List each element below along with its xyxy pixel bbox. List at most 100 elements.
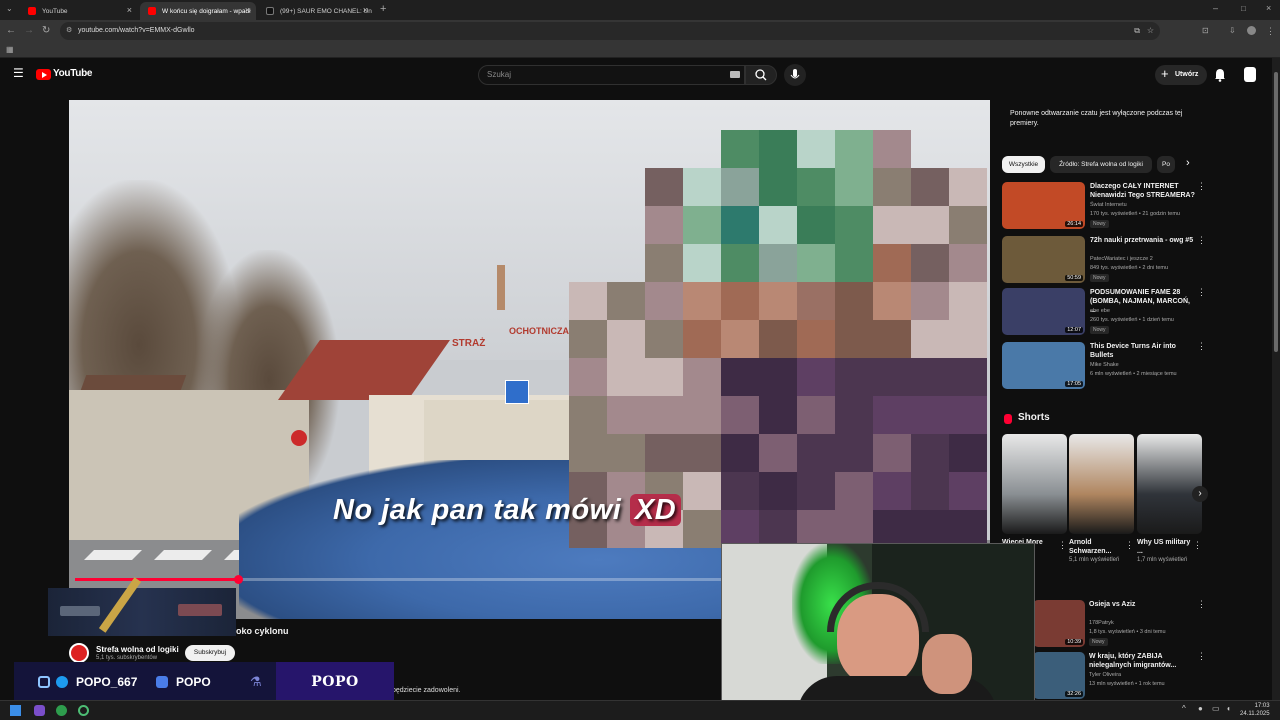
chip-all[interactable]: Wszystkie <box>1002 156 1045 173</box>
censor-mosaic-tile <box>911 168 949 206</box>
windows-start-icon[interactable] <box>10 705 21 716</box>
chip-source-channel[interactable]: Źródło: Strefa wolna od logiki <box>1050 156 1152 173</box>
scrollbar-thumb[interactable] <box>1274 72 1278 352</box>
hamburger-menu-icon[interactable]: ☰ <box>13 66 24 80</box>
recommendation-card[interactable]: 10:39 Osieja vs Aziz 178Patryk 1,8 tys. wyś… <box>1033 600 1206 652</box>
tab-tiktok[interactable]: (99+) SAUR EMO CHANEL: Un × <box>258 2 374 20</box>
voice-search-button[interactable] <box>784 64 806 86</box>
account-avatar[interactable] <box>1244 67 1256 82</box>
more-options-icon[interactable]: ⋮ <box>1197 652 1206 661</box>
tab-label: W końcu się doigrałam - wpadł <box>162 7 251 15</box>
volume-icon[interactable]: ◖ <box>1226 704 1231 713</box>
youtube-logo-text[interactable]: YouTube <box>53 68 93 79</box>
reload-icon[interactable]: ↻ <box>42 25 50 37</box>
subscribe-button[interactable]: Subskrybuj <box>185 645 235 661</box>
extensions-icon[interactable]: ⊡ <box>1202 25 1209 37</box>
close-icon[interactable]: × <box>245 5 250 15</box>
video-title[interactable]: Osieja vs Aziz <box>1089 600 1195 609</box>
maximize-icon[interactable]: □ <box>1241 3 1246 15</box>
chip-partial[interactable]: Po <box>1157 156 1175 173</box>
channel-name[interactable]: Strefa wolna od logiki <box>96 645 179 654</box>
chevron-right-icon[interactable]: › <box>1186 157 1190 169</box>
tray-chevron-icon[interactable]: ^ <box>1182 704 1186 713</box>
youtube-logo-icon[interactable] <box>36 69 51 80</box>
profile-avatar[interactable] <box>1247 26 1256 35</box>
short-thumbnail[interactable] <box>1069 434 1134 534</box>
recommendation-card[interactable]: 12:07 PODSUMOWANIE FAME 28 (BOMBA, NAJMAN… <box>1002 288 1206 340</box>
video-thumbnail[interactable]: 17:05 <box>1002 342 1085 389</box>
apps-grid-icon[interactable]: ▦ <box>6 44 14 56</box>
more-options-icon[interactable]: ⋮ <box>1193 540 1202 551</box>
chrome-icon[interactable] <box>56 705 67 716</box>
more-options-icon[interactable]: ⋮ <box>1197 288 1206 297</box>
recommendation-card[interactable]: 50:59 72h nauki przetrwania - owg #5 Patec… <box>1002 236 1206 288</box>
minimize-icon[interactable]: – <box>1213 2 1218 14</box>
video-thumbnail[interactable]: 50:59 <box>1002 236 1085 283</box>
taskbar-app-icon[interactable] <box>78 705 89 716</box>
video-meta: 849 tys. wyświetleń • 2 dni temu <box>1090 265 1169 271</box>
taskbar-clock[interactable]: 17:03 24.11.2025 <box>1240 702 1270 718</box>
censor-mosaic-tile <box>911 282 949 320</box>
short-thumbnail[interactable] <box>1002 434 1067 534</box>
tiktok-favicon-icon <box>266 7 274 15</box>
site-info-icon[interactable]: ⚙ <box>66 22 72 40</box>
video-thumbnail[interactable]: 10:39 <box>1033 600 1085 647</box>
censor-mosaic-tile <box>759 320 797 358</box>
channel-name[interactable]: 178Patryk <box>1089 620 1114 626</box>
network-icon[interactable]: ▭ <box>1212 704 1220 713</box>
more-options-icon[interactable]: ⋮ <box>1058 540 1067 551</box>
channel-name[interactable]: Tyler Oliveira <box>1089 672 1121 678</box>
video-title[interactable]: 72h nauki przetrwania - owg #5 <box>1090 236 1196 245</box>
short-thumbnail[interactable] <box>1137 434 1202 534</box>
channel-name[interactable]: Mike Shake <box>1090 362 1119 368</box>
tray-mic-icon[interactable]: ● <box>1198 704 1203 713</box>
browser-menu-icon[interactable]: ⋮ <box>1266 25 1275 37</box>
search-input[interactable]: Szukaj <box>478 65 745 85</box>
more-options-icon[interactable]: ⋮ <box>1197 182 1206 191</box>
recommendation-card[interactable]: 17:05 This Device Turns Air into Bullets M… <box>1002 342 1206 394</box>
censor-mosaic-tile <box>569 396 607 434</box>
video-title[interactable]: W kraju, który ZABIJA nielegalnych imigr… <box>1089 652 1195 670</box>
forward-icon[interactable]: → <box>24 25 34 37</box>
back-icon[interactable]: ← <box>6 25 16 37</box>
channel-name[interactable]: ebe ebe <box>1090 308 1110 314</box>
taskbar-app-icon[interactable] <box>34 705 45 716</box>
video-player[interactable]: STRAŻ OCHOTNICZA No jak pan tak mówi XD <box>69 100 990 619</box>
notifications-bell-icon[interactable] <box>1214 68 1226 82</box>
page-scrollbar[interactable] <box>1272 58 1280 700</box>
video-frame-statue <box>497 265 505 310</box>
new-tab-icon[interactable]: + <box>380 3 386 15</box>
video-thumbnail[interactable]: 26:14 <box>1002 182 1085 229</box>
tab-list-icon[interactable]: ⌄ <box>6 3 13 15</box>
more-options-icon[interactable]: ⋮ <box>1197 342 1206 351</box>
recommendation-card[interactable]: 32:26 W kraju, który ZABIJA nielegalnych … <box>1033 652 1206 704</box>
install-app-icon[interactable]: ⧉ <box>1134 22 1140 40</box>
shorts-next-button[interactable]: › <box>1192 486 1208 502</box>
channel-avatar[interactable] <box>69 643 89 663</box>
channel-name[interactable]: Świat Internetu <box>1090 202 1127 208</box>
short-title[interactable]: Arnold Schwarzen... <box>1069 538 1125 556</box>
more-options-icon[interactable]: ⋮ <box>1197 236 1206 245</box>
video-thumbnail[interactable]: 12:07 <box>1002 288 1085 335</box>
video-progress-scrubber[interactable] <box>233 575 243 584</box>
create-button[interactable]: Utwórz <box>1155 64 1207 85</box>
channel-name[interactable]: PatecWariatec i jeszcze 2 <box>1090 256 1153 262</box>
short-title[interactable]: Why US military ... <box>1137 538 1193 556</box>
search-button[interactable] <box>745 65 777 85</box>
downloads-icon[interactable]: ⇩ <box>1229 25 1236 37</box>
censor-mosaic-tile <box>873 434 911 472</box>
address-bar[interactable]: ⚙ youtube.com/watch?v=EMMX-dGwllo ⧉ ☆ <box>60 22 1160 40</box>
recommendation-card[interactable]: 26:14 Dlaczego CAŁY INTERNET Nienawidzi T… <box>1002 182 1206 234</box>
bookmark-star-icon[interactable]: ☆ <box>1147 22 1154 40</box>
close-icon[interactable]: × <box>363 5 368 15</box>
tab-current-video[interactable]: W końcu się doigrałam - wpadł × <box>140 2 256 20</box>
window-close-icon[interactable]: × <box>1266 2 1271 14</box>
tab-youtube[interactable]: YouTube × <box>20 2 138 20</box>
video-title[interactable]: Dlaczego CAŁY INTERNET Nienawidzi Tego S… <box>1090 182 1196 200</box>
video-title[interactable]: This Device Turns Air into Bullets <box>1090 342 1196 360</box>
more-options-icon[interactable]: ⋮ <box>1197 600 1206 609</box>
more-options-icon[interactable]: ⋮ <box>1125 540 1134 551</box>
video-thumbnail[interactable]: 32:26 <box>1033 652 1085 699</box>
close-icon[interactable]: × <box>127 5 132 15</box>
keyboard-icon[interactable] <box>730 71 740 78</box>
